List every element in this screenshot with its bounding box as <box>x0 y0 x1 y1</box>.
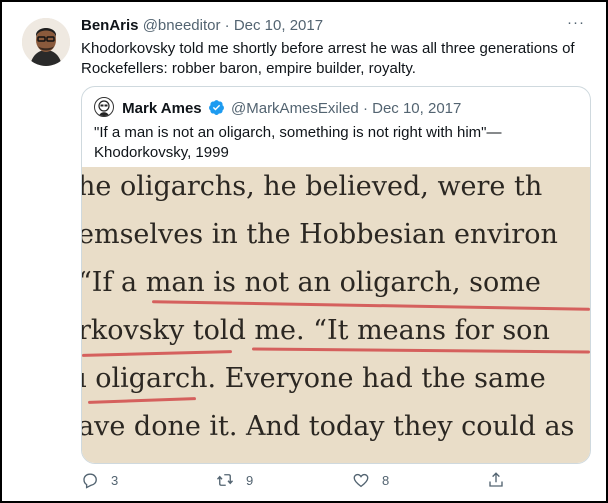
quoted-avatar-image <box>98 100 110 116</box>
like-button[interactable]: 8 <box>352 468 389 492</box>
image-text-line: ı oligarch. Everyone had the same <box>82 363 546 394</box>
tweet-header: BenAris @bneeditor · Dec 10, 2017 <box>81 16 586 36</box>
quoted-tweet-date[interactable]: Dec 10, 2017 <box>372 100 461 117</box>
tweet-date[interactable]: Dec 10, 2017 <box>234 17 323 34</box>
header-separator: · <box>224 17 230 34</box>
author-handle[interactable]: @bneeditor <box>143 17 221 34</box>
quoted-text: "If a man is not an oligarch, something … <box>94 124 502 161</box>
author-avatar[interactable] <box>22 18 70 66</box>
like-icon <box>353 473 369 488</box>
quoted-author-handle[interactable]: @MarkAmesExiled <box>231 100 359 117</box>
avatar-image <box>22 18 70 66</box>
quoted-tweet[interactable]: Mark Ames @MarkAmesExiled · Dec 10, 2017… <box>81 86 591 464</box>
quoted-header-separator: · <box>362 100 368 117</box>
more-icon[interactable]: ··· <box>566 14 586 36</box>
image-text-line: “If a man is not an oligarch, some <box>82 267 541 298</box>
quoted-image[interactable]: he oligarchs, he believed, were th emsel… <box>82 167 590 463</box>
quoted-header: Mark Ames @MarkAmesExiled · Dec 10, 2017 <box>94 97 578 117</box>
share-icon <box>489 472 503 487</box>
tweet-card: BenAris @bneeditor · Dec 10, 2017 ··· Kh… <box>0 0 608 503</box>
author-name[interactable]: BenAris <box>81 17 139 34</box>
red-underline <box>82 350 233 357</box>
share-button[interactable] <box>487 468 505 492</box>
reply-button[interactable]: 3 <box>81 468 118 492</box>
quoted-author-name[interactable]: Mark Ames <box>122 100 201 117</box>
red-underline <box>251 347 590 354</box>
image-text-line: rkovsky told me. “It means for son <box>82 315 550 346</box>
tweet-text: Khodorkovsky told me shortly before arre… <box>81 40 575 77</box>
image-text-line: ave done it. And today they could as <box>82 411 575 442</box>
reply-icon <box>83 473 97 489</box>
retweet-button[interactable]: 9 <box>216 468 253 492</box>
image-text-line: emselves in the Hobbesian environ <box>82 219 558 250</box>
retweet-icon <box>216 474 234 486</box>
reply-count: 3 <box>111 472 119 488</box>
retweet-count: 9 <box>246 472 254 488</box>
action-bar: 3 9 8 <box>81 468 521 492</box>
verified-badge-icon <box>208 100 224 115</box>
red-underline <box>152 300 590 311</box>
red-underline <box>87 397 197 404</box>
more-label: ··· <box>567 14 585 31</box>
like-count: 8 <box>382 472 390 488</box>
image-text-line: he oligarchs, he believed, were th <box>82 171 543 202</box>
quoted-author-avatar <box>94 97 114 117</box>
